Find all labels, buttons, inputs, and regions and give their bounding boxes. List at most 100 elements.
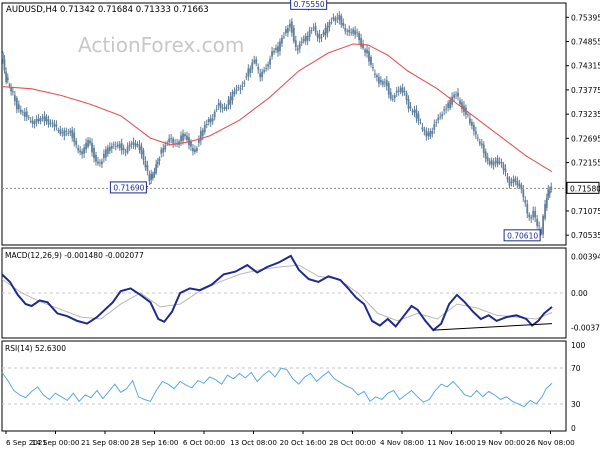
- candle-body: [235, 89, 238, 92]
- candle-body: [41, 117, 44, 119]
- candle-body: [182, 133, 184, 141]
- candle-body: [532, 210, 535, 218]
- candle-body: [415, 109, 418, 119]
- candle-body: [3, 59, 6, 71]
- candle-body: [441, 114, 444, 117]
- candle-body: [292, 27, 295, 42]
- candle-body: [11, 91, 14, 93]
- candle-body: [480, 143, 483, 146]
- candle-body: [403, 90, 406, 93]
- candle-body: [494, 160, 497, 164]
- candle-body: [496, 157, 499, 165]
- candle-body: [225, 106, 228, 110]
- candle-body: [512, 179, 515, 183]
- candle-body: [310, 29, 313, 31]
- candle-body: [112, 144, 115, 146]
- candle-body: [85, 142, 87, 150]
- candle-body: [356, 32, 359, 34]
- candle-body: [516, 180, 519, 186]
- x-tick-label: 19 Nov 00:00: [477, 438, 526, 447]
- candle-body: [498, 161, 501, 163]
- candle-body: [385, 80, 388, 87]
- candle-body: [360, 37, 362, 47]
- candle-body: [324, 27, 327, 36]
- candle-body: [128, 144, 131, 148]
- candle-body: [544, 204, 546, 219]
- candle-body: [59, 129, 62, 134]
- candle-body: [193, 149, 196, 152]
- candle-body: [354, 30, 357, 35]
- candle-body: [63, 130, 66, 136]
- candle-body: [162, 148, 165, 153]
- candle-body: [298, 43, 301, 49]
- candle-body: [237, 87, 240, 88]
- candle-body: [184, 134, 186, 137]
- candle-body: [437, 117, 440, 121]
- macd-tick-label: 0.003943: [571, 252, 600, 261]
- macd-tick-label: -0.00371: [571, 323, 600, 332]
- candle-body: [269, 58, 271, 65]
- candle-body: [340, 15, 343, 25]
- candle-body: [87, 140, 89, 147]
- candle-body: [508, 178, 511, 186]
- candle-body: [399, 87, 402, 92]
- candle-body: [37, 118, 40, 122]
- candle-body: [330, 21, 333, 23]
- candle-body: [322, 32, 325, 35]
- price-tick-label: 0.75395: [571, 13, 600, 22]
- candle-body: [316, 33, 319, 38]
- candle-body: [312, 27, 315, 29]
- rsi-tick-label: 0: [571, 424, 576, 433]
- candle-body: [286, 28, 289, 33]
- candle-body: [65, 131, 68, 133]
- candle-body: [51, 122, 54, 124]
- candle-body: [251, 62, 254, 70]
- candle-body: [366, 49, 368, 54]
- candle-body: [273, 50, 275, 53]
- candle-body: [389, 92, 392, 99]
- candle-body: [377, 77, 380, 84]
- candle-body: [39, 118, 42, 122]
- candle-body: [77, 148, 80, 151]
- candle-body: [118, 143, 121, 148]
- candle-body: [470, 122, 473, 126]
- candle-body: [209, 118, 212, 123]
- symbol-label: AUDUSD,H4: [6, 5, 57, 15]
- candle-body: [124, 151, 127, 153]
- candle-body: [158, 158, 161, 161]
- candle-body: [219, 102, 222, 108]
- candle-body: [407, 99, 410, 110]
- candle-body: [155, 164, 158, 173]
- candle-body: [29, 120, 32, 122]
- candle-body: [488, 161, 491, 165]
- candle-body: [201, 129, 204, 136]
- candle-body: [271, 51, 273, 57]
- candle-body: [223, 107, 226, 109]
- candle-body: [79, 150, 82, 153]
- candle-body: [439, 116, 442, 118]
- candle-body: [306, 36, 309, 41]
- candle-body: [374, 73, 376, 75]
- candle-body: [468, 118, 471, 124]
- candle-body: [221, 107, 224, 109]
- candle-body: [195, 148, 198, 152]
- candle-body: [8, 84, 11, 86]
- candle-body: [249, 68, 252, 73]
- candle-body: [205, 123, 208, 126]
- candle-body: [267, 64, 269, 67]
- candle-body: [6, 77, 9, 81]
- candle-body: [215, 108, 218, 110]
- candle-body: [126, 146, 129, 153]
- price-tick-label: 0.70535: [571, 231, 600, 240]
- candle-body: [395, 90, 398, 93]
- candle-body: [504, 168, 507, 172]
- candle-body: [502, 164, 505, 170]
- candle-body: [431, 131, 434, 134]
- candle-body: [217, 103, 220, 106]
- rsi-tick-label: 70: [571, 364, 581, 373]
- price-tick-label: 0.74855: [571, 38, 600, 47]
- candle-body: [31, 120, 34, 124]
- candle-body: [534, 210, 537, 218]
- rsi-title: RSI(14) 52.6300: [5, 344, 66, 353]
- candle-body: [106, 147, 109, 155]
